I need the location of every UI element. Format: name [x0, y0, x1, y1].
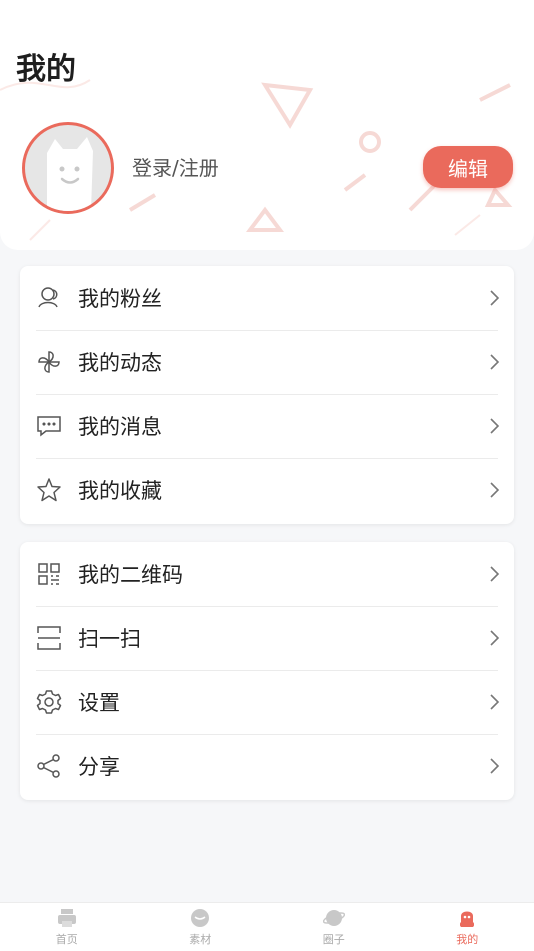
menu-item-label: 我的粉丝 [78, 283, 162, 313]
menu-card-2: 我的二维码 扫一扫 设置 [20, 542, 514, 800]
chevron-right-icon [488, 757, 500, 775]
menu-item-favorites[interactable]: 我的收藏 [20, 458, 514, 522]
tab-label: 素材 [189, 931, 211, 947]
bottom-tab-bar: 首页 素材 圈子 我的 [0, 902, 534, 951]
tab-mine[interactable]: 我的 [401, 903, 534, 951]
profile-icon [456, 907, 478, 929]
login-register-link[interactable]: 登录/注册 [132, 152, 219, 181]
chevron-right-icon [488, 481, 500, 499]
menu-item-qrcode[interactable]: 我的二维码 [20, 542, 514, 606]
tab-label: 圈子 [323, 931, 345, 947]
message-icon [36, 413, 62, 439]
menu-item-label: 我的动态 [78, 347, 162, 377]
chevron-right-icon [488, 353, 500, 371]
menu-item-label: 设置 [78, 687, 120, 717]
page-title: 我的 [16, 44, 76, 88]
menu-item-label: 扫一扫 [78, 623, 141, 653]
menu-item-label: 分享 [78, 751, 120, 781]
default-avatar-icon [25, 125, 111, 211]
fans-icon [36, 285, 62, 311]
menu-item-label: 我的收藏 [78, 475, 162, 505]
chevron-right-icon [488, 629, 500, 647]
chevron-right-icon [488, 417, 500, 435]
menu-item-scan[interactable]: 扫一扫 [20, 606, 514, 670]
planet-icon [323, 907, 345, 929]
tab-label: 首页 [56, 931, 78, 947]
tab-home[interactable]: 首页 [0, 903, 134, 951]
menu-item-moments[interactable]: 我的动态 [20, 330, 514, 394]
edit-button[interactable]: 编辑 [423, 146, 513, 188]
scan-icon [36, 625, 62, 651]
tab-circle[interactable]: 圈子 [267, 903, 401, 951]
share-icon [36, 753, 62, 779]
chevron-right-icon [488, 693, 500, 711]
home-icon [56, 907, 78, 929]
menu-item-share[interactable]: 分享 [20, 734, 514, 798]
tab-label: 我的 [456, 931, 478, 947]
menu-item-messages[interactable]: 我的消息 [20, 394, 514, 458]
profile-header: 我的 登录/注册 编辑 [0, 0, 534, 250]
menu-item-label: 我的二维码 [78, 559, 183, 589]
menu-item-settings[interactable]: 设置 [20, 670, 514, 734]
pinwheel-icon [36, 349, 62, 375]
menu-item-fans[interactable]: 我的粉丝 [20, 266, 514, 330]
chevron-right-icon [488, 565, 500, 583]
material-icon [189, 907, 211, 929]
chevron-right-icon [488, 289, 500, 307]
qrcode-icon [36, 561, 62, 587]
star-icon [36, 477, 62, 503]
tab-material[interactable]: 素材 [134, 903, 268, 951]
menu-card-1: 我的粉丝 我的动态 我的消息 [20, 266, 514, 524]
gear-icon [36, 689, 62, 715]
avatar[interactable] [22, 122, 114, 214]
menu-item-label: 我的消息 [78, 411, 162, 441]
